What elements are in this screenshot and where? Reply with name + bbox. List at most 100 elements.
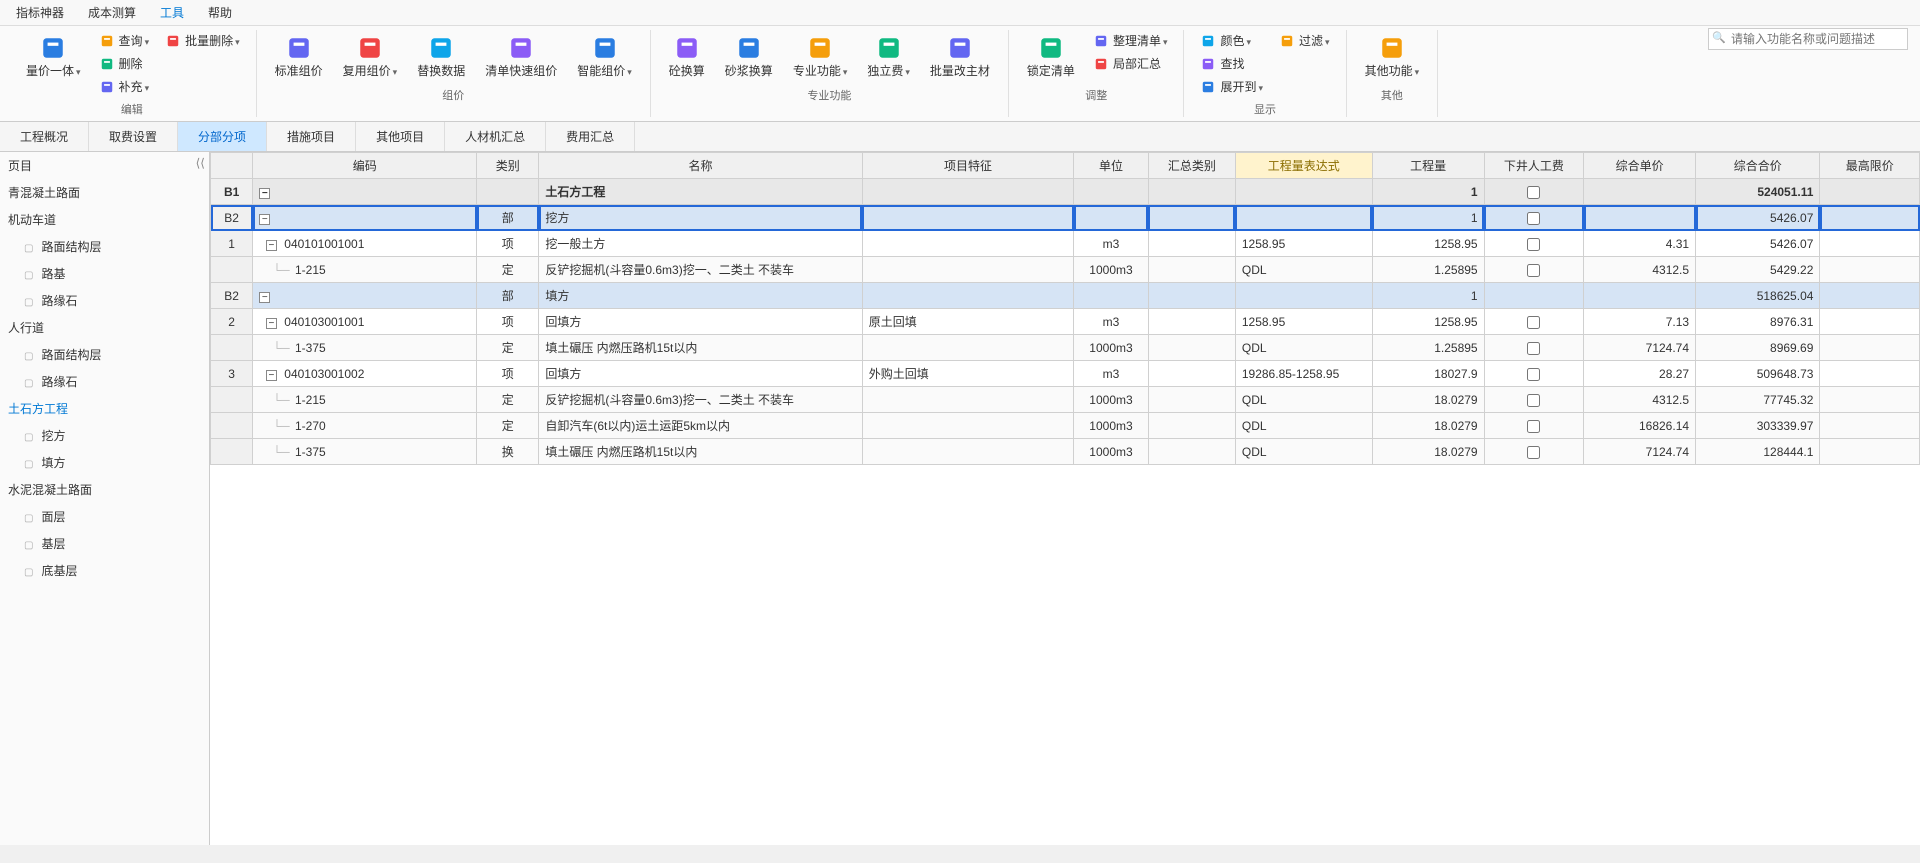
labor-checkbox[interactable] — [1527, 342, 1540, 355]
ribbon-group-label: 调整 — [1085, 87, 1107, 103]
tree-item[interactable]: 挖方 — [0, 422, 209, 449]
ribbon-button[interactable]: 量价一体 — [18, 30, 89, 83]
grid-row[interactable]: └─ 1-270定自卸汽车(6t以内)运土运距5km以内1000m3QDL18.… — [211, 413, 1920, 439]
tree-item[interactable]: 页目 — [0, 152, 209, 179]
section-tab[interactable]: 分部分项 — [178, 122, 267, 151]
grid-row[interactable]: B1−土石方工程1524051.11 — [211, 179, 1920, 205]
menu-item[interactable]: 成本测算 — [88, 4, 136, 21]
tree-item[interactable]: 机动车道 — [0, 206, 209, 233]
grid-column-header[interactable]: 综合单价 — [1584, 153, 1696, 179]
labor-checkbox[interactable] — [1527, 186, 1540, 199]
collapse-icon[interactable]: − — [266, 318, 277, 329]
total-cell: 8976.31 — [1696, 309, 1820, 335]
labor-checkbox[interactable] — [1527, 420, 1540, 433]
ribbon-button[interactable]: 标准组价 — [267, 30, 331, 83]
grid-column-header[interactable]: 最高限价 — [1820, 153, 1920, 179]
ribbon-button[interactable]: 补充 — [93, 76, 156, 97]
toolbar-icon — [285, 34, 313, 62]
collapse-icon[interactable]: − — [266, 370, 277, 381]
ribbon-button-label: 批量删除 — [185, 32, 240, 49]
tree-item[interactable]: 路缘石 — [0, 287, 209, 314]
ribbon-button[interactable]: 复用组价 — [335, 30, 406, 83]
ribbon-button[interactable]: 锁定清单 — [1019, 30, 1083, 83]
ribbon-button[interactable]: 替换数据 — [409, 30, 473, 83]
tree-item[interactable]: 人行道 — [0, 314, 209, 341]
section-tab[interactable]: 措施项目 — [267, 122, 356, 151]
section-tab[interactable]: 取费设置 — [89, 122, 178, 151]
ribbon-button[interactable]: 局部汇总 — [1087, 53, 1174, 74]
ribbon-button[interactable]: 过滤 — [1273, 30, 1336, 51]
ribbon-button[interactable]: 查找 — [1194, 53, 1269, 74]
labor-checkbox[interactable] — [1527, 212, 1540, 225]
menu-item[interactable]: 指标神器 — [16, 4, 64, 21]
labor-checkbox[interactable] — [1527, 368, 1540, 381]
collapse-icon[interactable]: − — [259, 214, 270, 225]
tree-item[interactable]: 路面结构层 — [0, 233, 209, 260]
grid-row[interactable]: 2 − 040103001001项回填方原土回填m31258.951258.95… — [211, 309, 1920, 335]
section-tab[interactable]: 其他项目 — [356, 122, 445, 151]
search-input[interactable] — [1708, 28, 1908, 50]
ribbon-button[interactable]: 删除 — [93, 53, 156, 74]
grid-column-header[interactable]: 项目特征 — [862, 153, 1073, 179]
section-tab[interactable]: 费用汇总 — [546, 122, 635, 151]
toolbar-icon — [1279, 33, 1295, 49]
menu-item[interactable]: 工具 — [160, 4, 184, 21]
grid-row[interactable]: └─ 1-215定反铲挖掘机(斗容量0.6m3)挖一、二类土 不装车1000m3… — [211, 257, 1920, 283]
grid-column-header[interactable] — [211, 153, 253, 179]
grid-column-header[interactable]: 名称 — [539, 153, 862, 179]
ribbon-button[interactable]: 清单快速组价 — [477, 30, 565, 83]
grid-row[interactable]: └─ 1-215定反铲挖掘机(斗容量0.6m3)挖一、二类土 不装车1000m3… — [211, 387, 1920, 413]
ribbon-button[interactable]: 砼换算 — [661, 30, 713, 83]
ribbon-button[interactable]: 其他功能 — [1357, 30, 1428, 83]
grid-row[interactable]: B2−部挖方15426.07 — [211, 205, 1920, 231]
labor-cell — [1484, 361, 1584, 387]
grid-column-header[interactable]: 编码 — [253, 153, 477, 179]
tree-item[interactable]: 路基 — [0, 260, 209, 287]
grid-row[interactable]: B2−部填方1518625.04 — [211, 283, 1920, 309]
grid-column-header[interactable]: 工程量表达式 — [1235, 153, 1372, 179]
ribbon-button[interactable]: 专业功能 — [785, 30, 856, 83]
ribbon-button[interactable]: 批量改主材 — [922, 30, 998, 83]
tree-item[interactable]: 面层 — [0, 503, 209, 530]
ribbon-button[interactable]: 砂浆换算 — [717, 30, 781, 83]
tree-item[interactable]: 基层 — [0, 530, 209, 557]
grid-column-header[interactable]: 单位 — [1074, 153, 1149, 179]
labor-checkbox[interactable] — [1527, 238, 1540, 251]
ribbon-button[interactable]: 智能组价 — [569, 30, 640, 83]
labor-checkbox[interactable] — [1527, 446, 1540, 459]
grid-row[interactable]: 3 − 040103001002项回填方外购土回填m319286.85-1258… — [211, 361, 1920, 387]
grid-row[interactable]: 1 − 040101001001项挖一般土方m31258.951258.954.… — [211, 231, 1920, 257]
ribbon-button[interactable]: 颜色 — [1194, 30, 1269, 51]
grid-column-header[interactable]: 综合合价 — [1696, 153, 1820, 179]
section-tab[interactable]: 工程概况 — [0, 122, 89, 151]
code-cell: − — [253, 283, 477, 309]
grid-row[interactable]: └─ 1-375换填土碾压 内燃压路机15t以内1000m3QDL18.0279… — [211, 439, 1920, 465]
section-tab[interactable]: 人材机汇总 — [445, 122, 546, 151]
labor-checkbox[interactable] — [1527, 264, 1540, 277]
tree-item[interactable]: 填方 — [0, 449, 209, 476]
menu-item[interactable]: 帮助 — [208, 4, 232, 21]
grid-column-header[interactable]: 汇总类别 — [1148, 153, 1235, 179]
ribbon-button[interactable]: 展开到 — [1194, 76, 1269, 97]
labor-checkbox[interactable] — [1527, 394, 1540, 407]
ribbon-button[interactable]: 批量删除 — [159, 30, 246, 51]
labor-checkbox[interactable] — [1527, 316, 1540, 329]
tree-item[interactable]: 水泥混凝土路面 — [0, 476, 209, 503]
ribbon-button[interactable]: 整理清单 — [1087, 30, 1174, 51]
ribbon-button[interactable]: 查询 — [93, 30, 156, 51]
collapse-icon[interactable]: − — [259, 292, 270, 303]
collapse-icon[interactable]: − — [259, 188, 270, 199]
tree-item[interactable]: 土石方工程 — [0, 395, 209, 422]
ribbon-button[interactable]: 独立费 — [859, 30, 918, 83]
collapse-icon[interactable]: − — [266, 240, 277, 251]
bill-grid[interactable]: 编码类别名称项目特征单位汇总类别工程量表达式工程量下井人工费综合单价综合合价最高… — [210, 152, 1920, 465]
grid-column-header[interactable]: 工程量 — [1372, 153, 1484, 179]
grid-column-header[interactable]: 类别 — [477, 153, 539, 179]
grid-column-header[interactable]: 下井人工费 — [1484, 153, 1584, 179]
tree-item[interactable]: 底基层 — [0, 557, 209, 584]
grid-row[interactable]: └─ 1-375定填土碾压 内燃压路机15t以内1000m3QDL1.25895… — [211, 335, 1920, 361]
sidebar-collapse-icon[interactable]: ⟨⟨ — [196, 156, 205, 170]
tree-item[interactable]: 路面结构层 — [0, 341, 209, 368]
tree-item[interactable]: 路缘石 — [0, 368, 209, 395]
tree-item[interactable]: 青混凝土路面 — [0, 179, 209, 206]
